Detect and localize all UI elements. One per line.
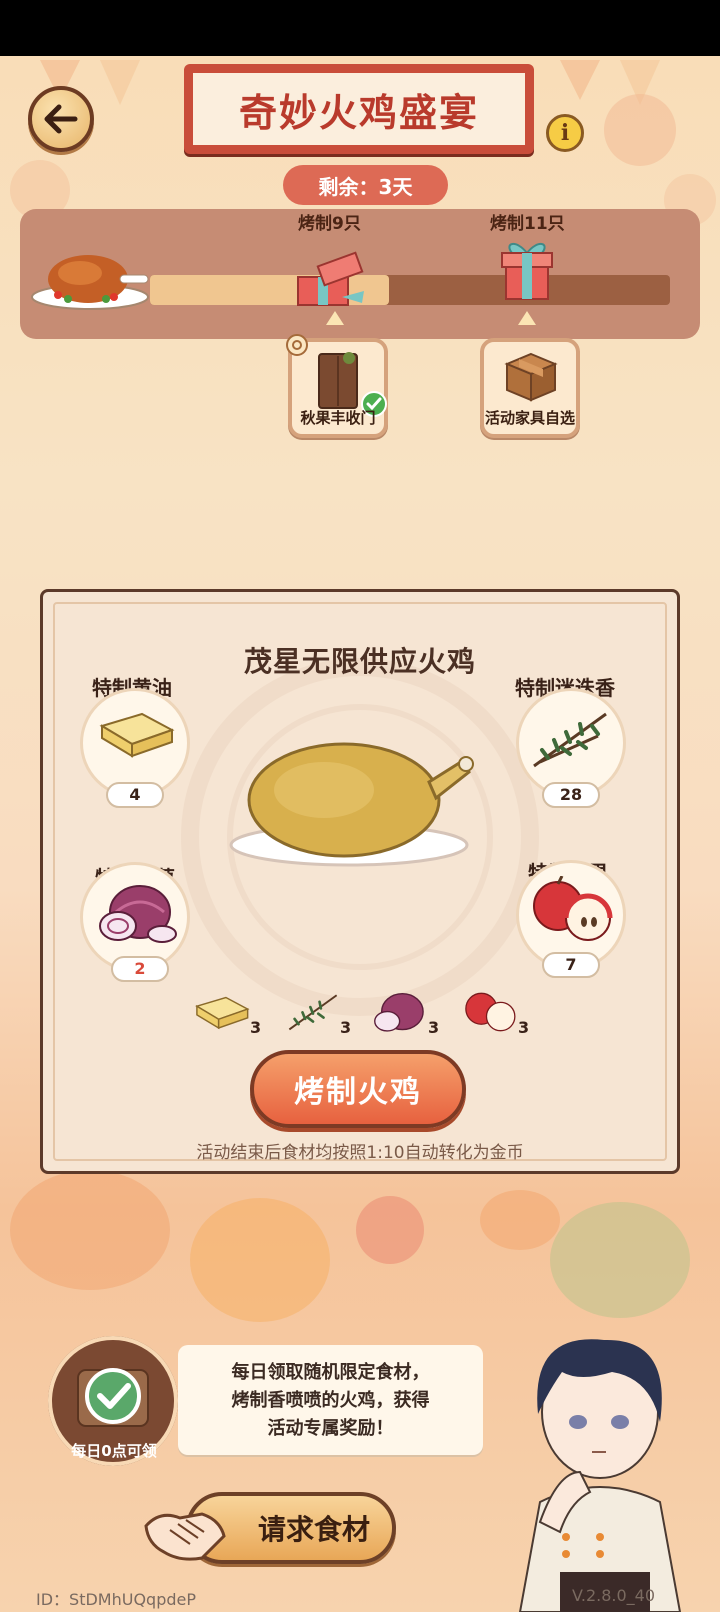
apple-icon [533, 876, 613, 941]
wooden-door-icon [318, 352, 358, 409]
arrow-left-icon [44, 104, 78, 134]
milestone-pointer-1 [326, 311, 344, 325]
ingredient-basket-icon [77, 1368, 149, 1427]
milestone-label-2: 烤制11只 [490, 214, 565, 234]
opened-gift-icon[interactable] [290, 251, 370, 307]
user-id: ID：StDMhUQqpdeP [36, 1590, 197, 1609]
speech-line-1: 每日领取随机限定食材， [231, 1362, 430, 1383]
page-title: 奇妙火鸡盛宴 [190, 70, 528, 148]
apple-icon [465, 992, 516, 1032]
roast-turkey-button[interactable]: 烤制火鸡 [250, 1050, 466, 1128]
request-ingredients-label: 请求食材 [257, 1513, 370, 1546]
remaining-time-badge: 剩余：3天 [283, 165, 448, 205]
progress-panel: 烤制9只 烤制11只 [20, 209, 700, 339]
ingredient-count-onion: 2 [111, 956, 169, 982]
info-icon: i [560, 120, 570, 146]
cost-count-apple: 3 [518, 1018, 530, 1037]
daily-reward-label: 每日0点可领 [71, 1442, 157, 1460]
reward-label-door: 秋果丰收门 [300, 409, 376, 427]
butter-icon [99, 712, 175, 758]
milestone-label-1: 烤制9只 [298, 214, 361, 234]
turkey-dish-icon [229, 742, 474, 867]
coin-badge-icon [286, 334, 308, 356]
speech-text: 每日领取随机限定食材， 烤制香喷喷的火鸡，获得 活动专属奖励！ [188, 1359, 473, 1443]
rosemary-icon [288, 994, 338, 1031]
conversion-note: 活动结束后食材均按照1:10自动转化为金币 [196, 1143, 524, 1163]
red-onion-icon [374, 992, 424, 1032]
milestone-pointer-2 [518, 311, 536, 325]
cost-count-butter: 3 [250, 1018, 262, 1037]
ingredient-count-rosemary: 28 [542, 782, 600, 808]
info-button[interactable]: i [546, 114, 584, 152]
ingredient-count-apple: 7 [542, 952, 600, 978]
cost-onion: 3 [372, 990, 442, 1046]
reward-label-furniture: 活动家具自选 [484, 409, 575, 427]
version-label: V.2.8.0_40 [572, 1586, 656, 1605]
cost-butter: 3 [194, 992, 264, 1048]
butter-icon [195, 996, 250, 1030]
progress-bar [150, 275, 670, 305]
status-bar [0, 0, 720, 56]
reward-card-door[interactable]: 秋果丰收门 [286, 334, 388, 438]
ingredient-count-butter: 4 [106, 782, 164, 808]
cost-count-onion: 3 [428, 1018, 440, 1037]
roast-turkey-icon [31, 255, 149, 310]
reward-card-furniture[interactable]: 活动家具自选 [480, 338, 580, 438]
speech-bubble: 每日领取随机限定食材， 烤制香喷喷的火鸡，获得 活动专属奖励！ [178, 1345, 483, 1455]
red-onion-icon [99, 885, 177, 943]
cost-count-rosemary: 3 [340, 1018, 352, 1037]
cost-rosemary: 3 [284, 990, 354, 1046]
gift-box-icon[interactable] [496, 237, 558, 303]
speech-line-2: 烤制香喷喷的火鸡，获得 [231, 1390, 430, 1411]
rosemary-icon [533, 712, 607, 768]
cost-apple: 3 [462, 988, 532, 1044]
event-title-board: 奇妙火鸡盛宴 [184, 64, 534, 154]
handshake-icon [144, 1512, 226, 1561]
back-button[interactable] [28, 86, 94, 152]
cardboard-box-icon [504, 352, 558, 402]
character-avatar [518, 1339, 682, 1612]
speech-line-3: 活动专属奖励！ [267, 1418, 394, 1439]
